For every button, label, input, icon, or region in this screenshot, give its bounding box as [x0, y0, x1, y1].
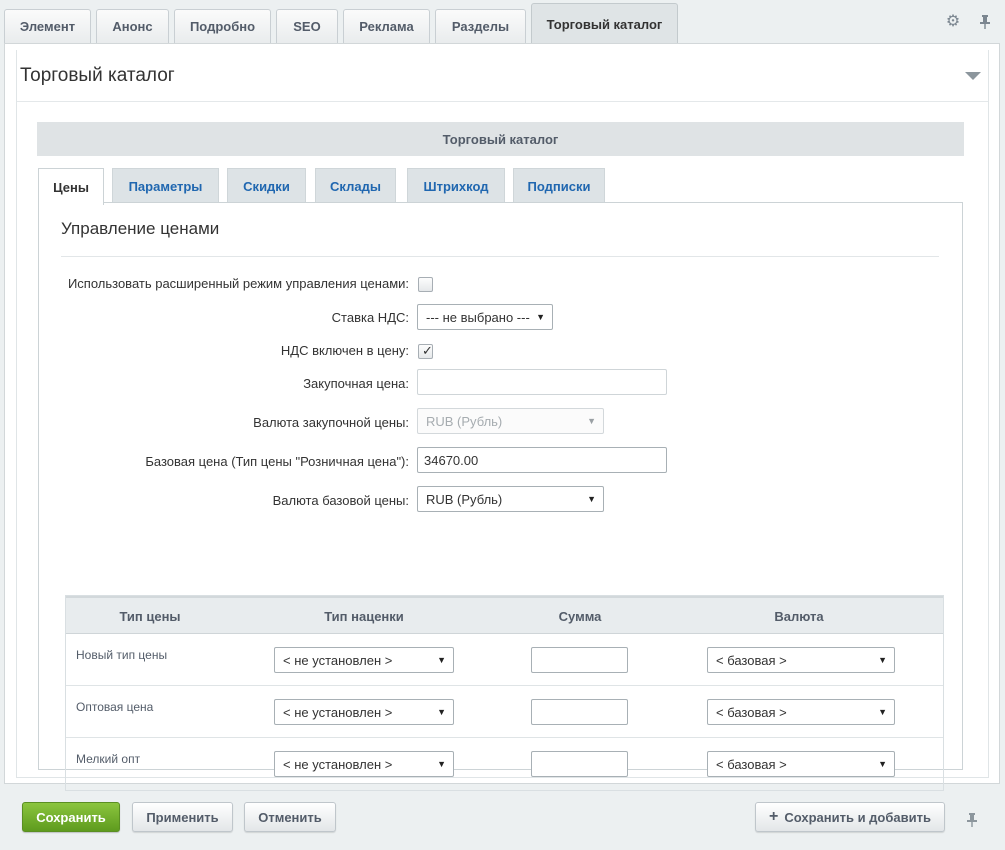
tab-preview[interactable]: Анонс: [96, 9, 169, 43]
chevron-down-icon: ▼: [587, 416, 596, 426]
header-markup-type: Тип наценки: [324, 609, 404, 624]
purchase-currency-value: RUB (Рубль): [426, 413, 503, 429]
prices-tab-body: Управление ценами Использовать расширенн…: [38, 202, 963, 791]
subtab-barcode[interactable]: Штрихкод: [407, 168, 505, 203]
vat-rate-select[interactable]: --- не выбрано --- ▼: [417, 304, 553, 330]
purchase-price-input[interactable]: [417, 369, 667, 395]
table-row: Новый тип цены < не установлен > ▼ < баз…: [66, 634, 943, 686]
prices-title: Управление ценами: [61, 219, 220, 238]
chevron-down-icon: ▼: [878, 655, 887, 665]
sum-input[interactable]: [531, 751, 628, 777]
tab-sections[interactable]: Разделы: [435, 9, 526, 43]
extended-mode-checkbox[interactable]: [418, 277, 433, 292]
chevron-down-icon: ▼: [587, 494, 596, 504]
purchase-currency-label: Валюта закупочной цены:: [253, 415, 409, 430]
purchase-currency-select[interactable]: RUB (Рубль) ▼: [417, 408, 604, 434]
checkmark-icon: ✓: [422, 343, 433, 358]
base-price-input[interactable]: 34670.00: [417, 447, 667, 473]
main-panel: Торговый каталог Торговый каталог Цены П…: [4, 43, 1000, 791]
base-currency-value: RUB (Рубль): [426, 491, 503, 507]
purchase-price-label: Закупочная цена:: [303, 376, 409, 391]
currency-select[interactable]: < базовая > ▼: [707, 647, 895, 673]
pin-icon[interactable]: [964, 812, 980, 831]
subtab-prices[interactable]: Цены: [38, 168, 104, 205]
currency-value: < базовая >: [716, 756, 787, 772]
vat-included-checkbox[interactable]: ✓: [418, 343, 433, 359]
tab-details[interactable]: Подробно: [174, 9, 271, 43]
save-and-add-button[interactable]: + Сохранить и добавить: [755, 802, 945, 832]
save-button[interactable]: Сохранить: [22, 802, 120, 832]
collapse-triangle-icon[interactable]: [965, 72, 981, 80]
table-row: Оптовая цена < не установлен > ▼ < базов…: [66, 686, 943, 738]
markup-type-select[interactable]: < не установлен > ▼: [274, 751, 454, 777]
markup-type-select[interactable]: < не установлен > ▼: [274, 699, 454, 725]
top-tab-bar: Элемент Анонс Подробно SEO Реклама Разде…: [0, 0, 1005, 44]
chevron-down-icon: ▼: [437, 655, 446, 665]
currency-select[interactable]: < базовая > ▼: [707, 699, 895, 725]
tab-trade-catalog[interactable]: Торговый каталог: [531, 3, 678, 44]
chevron-down-icon: ▼: [878, 707, 887, 717]
table-row: Мелкий опт < не установлен > ▼ < базовая…: [66, 738, 943, 790]
vat-rate-label: Ставка НДС:: [331, 310, 409, 325]
currency-value: < базовая >: [716, 652, 787, 668]
panel-title: Торговый каталог: [20, 65, 175, 86]
chevron-down-icon: ▼: [437, 707, 446, 717]
subtab-subscriptions[interactable]: Подписки: [513, 168, 605, 203]
base-currency-select[interactable]: RUB (Рубль) ▼: [417, 486, 604, 512]
vat-rate-value: --- не выбрано ---: [426, 309, 530, 325]
tab-advertising[interactable]: Реклама: [343, 9, 430, 43]
extended-mode-label: Использовать расширенный режим управлени…: [67, 276, 409, 291]
subtab-discounts[interactable]: Скидки: [227, 168, 306, 203]
chevron-down-icon: ▼: [878, 759, 887, 769]
subtab-parameters[interactable]: Параметры: [112, 168, 219, 203]
header-price-type: Тип цены: [119, 609, 181, 624]
cancel-button[interactable]: Отменить: [244, 802, 336, 832]
row-price-type-name: Оптовая цена: [76, 700, 154, 714]
markup-type-select[interactable]: < не установлен > ▼: [274, 647, 454, 673]
markup-type-value: < не установлен >: [283, 704, 393, 720]
header-sum: Сумма: [558, 609, 602, 624]
prices-divider: [61, 256, 939, 257]
chevron-down-icon: ▼: [536, 312, 545, 322]
chevron-down-icon: ▼: [437, 759, 446, 769]
apply-button[interactable]: Применить: [132, 802, 233, 832]
base-price-label: Базовая цена (Тип цены "Розничная цена")…: [145, 454, 409, 469]
panel-divider: [17, 101, 988, 102]
row-price-type-name: Новый тип цены: [76, 648, 168, 662]
markup-type-value: < не установлен >: [283, 652, 393, 668]
price-types-table: Тип цены Тип наценки Сумма Валюта Новый …: [65, 595, 944, 791]
currency-value: < базовая >: [716, 704, 787, 720]
subtab-warehouses[interactable]: Склады: [315, 168, 396, 203]
gear-icon[interactable]: ⚙: [945, 14, 961, 30]
plus-icon: +: [769, 808, 779, 825]
tab-seo[interactable]: SEO: [276, 9, 338, 43]
base-currency-label: Валюта базовой цены:: [272, 493, 409, 508]
header-currency: Валюта: [774, 609, 824, 624]
markup-type-value: < не установлен >: [283, 756, 393, 772]
vat-included-label: НДС включен в цену:: [280, 343, 409, 358]
currency-select[interactable]: < базовая > ▼: [707, 751, 895, 777]
section-header: Торговый каталог: [37, 122, 964, 156]
sum-input[interactable]: [531, 699, 628, 725]
pin-icon[interactable]: [977, 14, 993, 30]
tab-element[interactable]: Элемент: [4, 9, 91, 43]
row-price-type-name: Мелкий опт: [76, 752, 141, 766]
sum-input[interactable]: [531, 647, 628, 673]
price-table-header: Тип цены Тип наценки Сумма Валюта: [66, 596, 943, 634]
save-and-add-label: Сохранить и добавить: [784, 809, 931, 825]
